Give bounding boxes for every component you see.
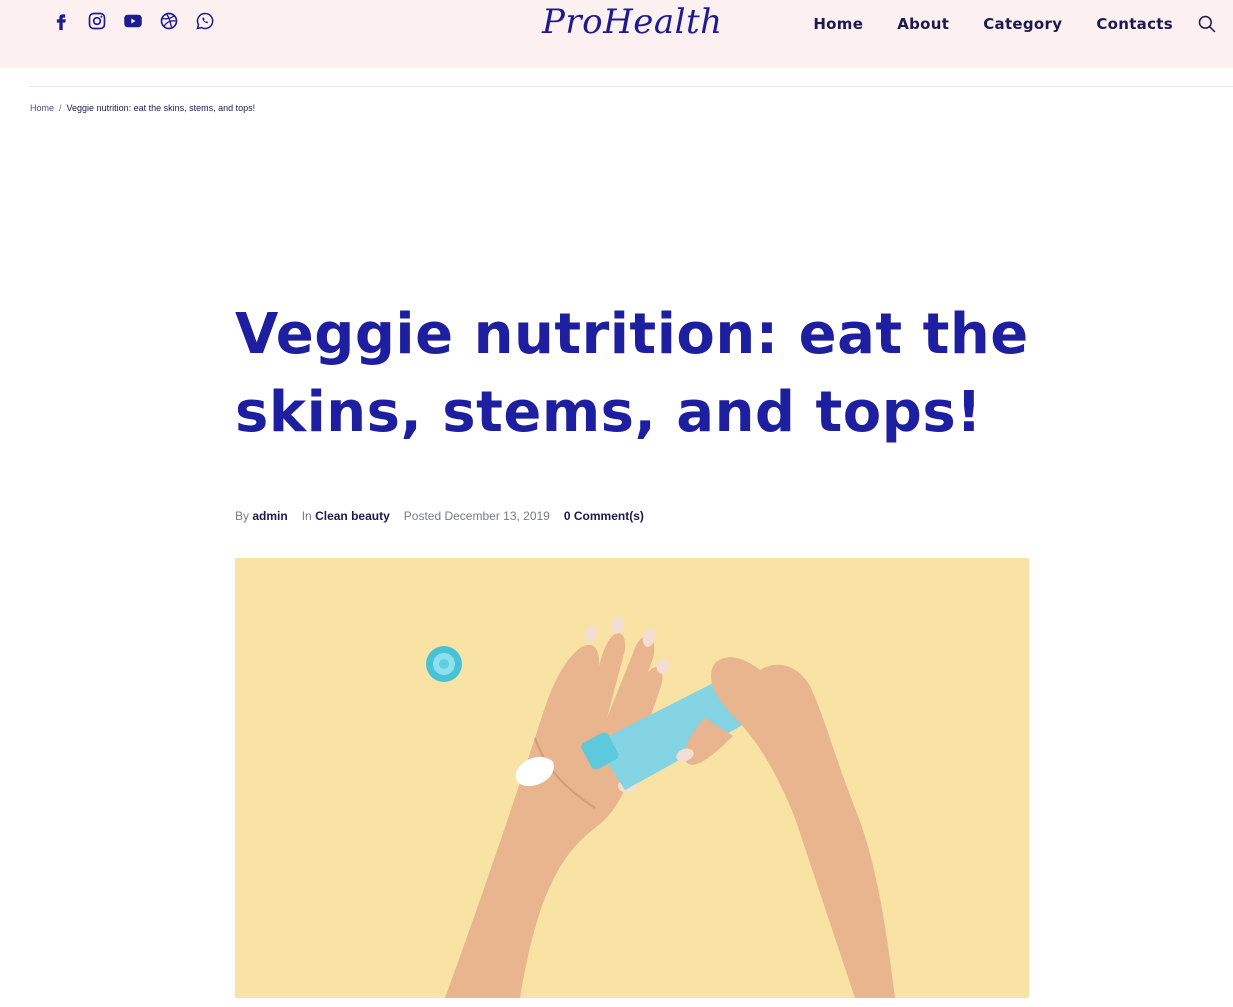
nav-about[interactable]: About xyxy=(897,15,949,33)
header-divider xyxy=(30,86,1233,87)
article-title: Veggie nutrition: eat the skins, stems, … xyxy=(235,302,1029,445)
breadcrumb: Home / Veggie nutrition: eat the skins, st… xyxy=(30,103,255,113)
breadcrumb-home[interactable]: Home xyxy=(30,103,54,113)
comments-link[interactable]: 0 Comment(s) xyxy=(564,509,644,523)
dribbble-icon[interactable] xyxy=(158,10,180,32)
nav-contacts[interactable]: Contacts xyxy=(1096,15,1173,33)
breadcrumb-separator: / xyxy=(59,103,62,113)
youtube-icon[interactable] xyxy=(122,10,144,32)
hero-illustration xyxy=(235,558,1029,998)
category-link[interactable]: Clean beauty xyxy=(315,509,390,523)
instagram-icon[interactable] xyxy=(86,10,108,32)
meta-category: In Clean beauty xyxy=(302,509,390,523)
site-header: ProHealth Home About Category Contacts xyxy=(0,0,1233,68)
meta-by-label: By xyxy=(235,509,250,523)
main-nav: Home About Category Contacts xyxy=(813,15,1173,33)
facebook-icon[interactable] xyxy=(50,10,72,32)
breadcrumb-current: Veggie nutrition: eat the skins, stems, … xyxy=(66,103,256,113)
meta-posted-date: Posted December 13, 2019 xyxy=(403,509,550,523)
nav-home[interactable]: Home xyxy=(813,15,863,33)
bottle-cap xyxy=(426,646,462,682)
article-meta: By admin In Clean beauty Posted December… xyxy=(235,509,644,523)
search-icon[interactable] xyxy=(1197,14,1217,34)
site-logo[interactable]: ProHealth xyxy=(542,2,723,42)
author-link[interactable]: admin xyxy=(252,509,287,523)
social-links xyxy=(50,10,216,32)
meta-author: By admin xyxy=(235,509,288,523)
whatsapp-icon[interactable] xyxy=(194,10,216,32)
nav-category[interactable]: Category xyxy=(983,15,1062,33)
meta-in-label: In xyxy=(301,509,312,523)
article-hero-image xyxy=(235,558,1029,998)
